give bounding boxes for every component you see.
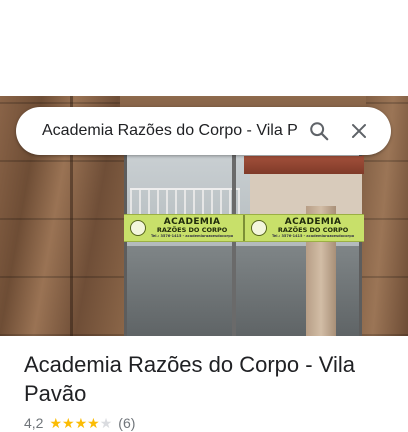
sign-subtitle: RAZÕES DO CORPO [277, 225, 349, 234]
gym-logo-icon [130, 220, 146, 236]
close-icon [352, 124, 366, 138]
review-count: (6) [118, 415, 136, 431]
search-icon [310, 122, 329, 141]
sign-panel-left: ACADEMIA RAZÕES DO CORPO Tel.: 3576-1415… [124, 215, 243, 241]
sign-title: ACADEMIA [163, 216, 221, 227]
door-frame-divider [232, 152, 236, 336]
sign-subtitle: RAZÕES DO CORPO [156, 225, 228, 234]
place-title: Academia Razões do Corpo - Vila Pavão [24, 352, 355, 406]
search-input[interactable] [40, 121, 299, 141]
star-filled-icon: ★ [62, 415, 75, 431]
sign-title: ACADEMIA [284, 216, 342, 227]
star-empty-icon: ★ [99, 415, 113, 431]
storefront-sign: ACADEMIA RAZÕES DO CORPO Tel.: 3576-1415… [124, 214, 364, 242]
sign-phone: Tel.: 3576-1415 - academiarazoesdocorpo [272, 233, 355, 238]
search-bar [16, 107, 391, 155]
star-filled-icon: ★ [74, 415, 88, 431]
star-filled-icon: ★ [87, 415, 100, 431]
rating-stars: ★ ★ ★ ★ ★ [49, 416, 112, 430]
clear-search-button[interactable] [339, 111, 379, 151]
sign-phone: Tel.: 3576-1415 - academiarazoesdocorpo [151, 233, 234, 238]
gym-logo-icon [251, 220, 267, 236]
top-blank-area [0, 0, 408, 96]
star-filled-icon: ★ [49, 415, 63, 431]
rating-value: 4,2 [24, 415, 44, 431]
interior-roof [244, 156, 364, 174]
search-button[interactable] [299, 111, 339, 151]
sign-panel-right: ACADEMIA RAZÕES DO CORPO Tel.: 3576-1415… [243, 215, 364, 241]
rating-row[interactable]: 4,2 ★ ★ ★ ★ ★ (6) [24, 414, 135, 432]
